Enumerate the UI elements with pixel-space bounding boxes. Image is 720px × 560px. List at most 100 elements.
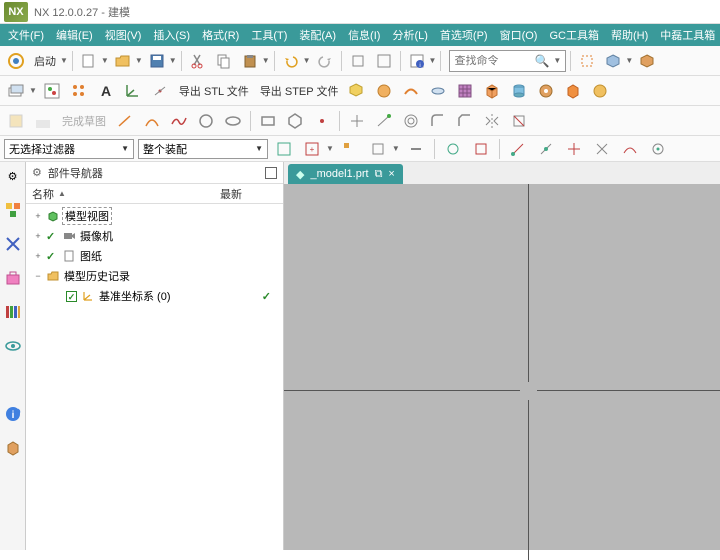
cylinder-icon[interactable] bbox=[507, 79, 531, 103]
box1-icon[interactable] bbox=[346, 49, 370, 73]
shaded-icon[interactable] bbox=[635, 49, 659, 73]
cut-icon[interactable] bbox=[186, 49, 210, 73]
menu-zhonglei[interactable]: 中磊工具箱 bbox=[654, 27, 720, 43]
sphere-icon[interactable] bbox=[372, 79, 396, 103]
menu-analysis[interactable]: 分析(L) bbox=[386, 27, 433, 43]
rect-icon[interactable] bbox=[256, 109, 280, 133]
side-info-icon[interactable]: i bbox=[3, 404, 23, 424]
tree-drawings[interactable]: + ✓ 图纸 bbox=[26, 246, 283, 266]
selection-filter-combo[interactable]: 无选择过滤器▼ bbox=[4, 139, 134, 159]
constraint-icon[interactable] bbox=[507, 109, 531, 133]
point-icon[interactable] bbox=[148, 79, 172, 103]
undo-icon[interactable] bbox=[279, 49, 303, 73]
snap5-icon[interactable] bbox=[618, 137, 642, 161]
circle-icon[interactable] bbox=[194, 109, 218, 133]
sel4-icon[interactable] bbox=[366, 137, 390, 161]
chamfer-icon[interactable] bbox=[453, 109, 477, 133]
start-icon[interactable] bbox=[4, 49, 28, 73]
side-history-icon[interactable] bbox=[3, 268, 23, 288]
side-assembly-icon[interactable] bbox=[3, 200, 23, 220]
start-button[interactable]: 启动 bbox=[30, 53, 60, 69]
menu-edit[interactable]: 编辑(E) bbox=[50, 27, 99, 43]
sketch-icon[interactable] bbox=[4, 109, 28, 133]
extend-icon[interactable] bbox=[372, 109, 396, 133]
arc-icon[interactable] bbox=[140, 109, 164, 133]
tab-close-icon[interactable]: × bbox=[388, 168, 394, 180]
sweep-icon[interactable] bbox=[399, 79, 423, 103]
sel1-icon[interactable] bbox=[272, 137, 296, 161]
sel6-icon[interactable] bbox=[441, 137, 465, 161]
wrap-icon[interactable] bbox=[345, 79, 369, 103]
tab-dup-icon[interactable]: ⧉ bbox=[375, 168, 383, 181]
tree-datum-csys[interactable]: ✓ 基准坐标系 (0) ✓ bbox=[26, 286, 283, 306]
start-dropdown-icon[interactable]: ▼ bbox=[60, 56, 68, 65]
layer-icon[interactable] bbox=[4, 79, 28, 103]
menu-gc[interactable]: GC工具箱 bbox=[543, 27, 605, 43]
tree-model-views[interactable]: + 模型视图 bbox=[26, 206, 283, 226]
copy-icon[interactable] bbox=[212, 49, 236, 73]
fit-icon[interactable] bbox=[575, 49, 599, 73]
snap4-icon[interactable] bbox=[590, 137, 614, 161]
point-red-icon[interactable] bbox=[310, 109, 334, 133]
offset-icon[interactable] bbox=[399, 109, 423, 133]
menu-prefs[interactable]: 首选项(P) bbox=[434, 27, 494, 43]
export-step-button[interactable]: 导出 STEP 文件 bbox=[256, 83, 343, 99]
tree-history[interactable]: − 模型历史记录 bbox=[26, 266, 283, 286]
paste-icon[interactable] bbox=[238, 49, 262, 73]
side-books-icon[interactable] bbox=[3, 302, 23, 322]
menu-insert[interactable]: 插入(S) bbox=[147, 27, 196, 43]
mirror-icon[interactable] bbox=[480, 109, 504, 133]
csys-icon[interactable] bbox=[121, 79, 145, 103]
tree-cameras[interactable]: + ✓ 摄像机 bbox=[26, 226, 283, 246]
side-cube-icon[interactable] bbox=[3, 438, 23, 458]
search-icon[interactable]: 🔍 bbox=[534, 54, 549, 68]
revolve-icon[interactable] bbox=[426, 79, 450, 103]
side-eye-icon[interactable] bbox=[3, 336, 23, 356]
sphere2-icon[interactable] bbox=[588, 79, 612, 103]
sel2-icon[interactable]: + bbox=[300, 137, 324, 161]
menu-tools[interactable]: 工具(T) bbox=[245, 27, 293, 43]
snap2-icon[interactable] bbox=[534, 137, 558, 161]
cube-orange-icon[interactable] bbox=[561, 79, 585, 103]
wave-icon[interactable] bbox=[40, 79, 64, 103]
gear-icon[interactable]: ⚙ bbox=[32, 166, 42, 179]
hexagon-icon[interactable] bbox=[283, 109, 307, 133]
command-search[interactable]: 🔍 ▼ bbox=[449, 50, 566, 72]
render-icon[interactable] bbox=[601, 49, 625, 73]
save-icon[interactable] bbox=[145, 49, 169, 73]
redo-icon[interactable] bbox=[313, 49, 337, 73]
sel3-icon[interactable] bbox=[338, 137, 362, 161]
new-icon[interactable] bbox=[77, 49, 101, 73]
menu-file[interactable]: 文件(F) bbox=[2, 27, 50, 43]
menu-window[interactable]: 窗口(O) bbox=[494, 27, 544, 43]
box-icon[interactable] bbox=[480, 79, 504, 103]
column-name[interactable]: 名称▲ bbox=[26, 186, 216, 202]
menu-view[interactable]: 视图(V) bbox=[99, 27, 148, 43]
column-latest[interactable]: 最新 bbox=[216, 186, 283, 202]
line-icon[interactable] bbox=[113, 109, 137, 133]
mesh-icon[interactable] bbox=[453, 79, 477, 103]
snap6-icon[interactable] bbox=[646, 137, 670, 161]
text-icon[interactable]: A bbox=[94, 79, 118, 103]
menu-format[interactable]: 格式(R) bbox=[196, 27, 245, 43]
model-tab[interactable]: ◆ _model1.prt ⧉ × bbox=[288, 164, 403, 184]
snap3-icon[interactable] bbox=[562, 137, 586, 161]
sel5-icon[interactable] bbox=[404, 137, 428, 161]
info-icon[interactable]: i bbox=[405, 49, 429, 73]
finish-sketch-icon[interactable] bbox=[31, 109, 55, 133]
trim-icon[interactable] bbox=[345, 109, 369, 133]
navigator-collapse-icon[interactable] bbox=[265, 167, 277, 179]
spline-icon[interactable] bbox=[167, 109, 191, 133]
graphics-viewport[interactable] bbox=[284, 184, 720, 550]
side-constraint-icon[interactable] bbox=[3, 234, 23, 254]
sel7-icon[interactable] bbox=[469, 137, 493, 161]
pattern-icon[interactable] bbox=[67, 79, 91, 103]
search-input[interactable] bbox=[454, 55, 534, 67]
menu-assembly[interactable]: 装配(A) bbox=[293, 27, 342, 43]
open-icon[interactable] bbox=[111, 49, 135, 73]
menu-help[interactable]: 帮助(H) bbox=[605, 27, 654, 43]
fillet-icon[interactable] bbox=[426, 109, 450, 133]
box2-icon[interactable] bbox=[372, 49, 396, 73]
scope-combo[interactable]: 整个装配▼ bbox=[138, 139, 268, 159]
side-gear-icon[interactable]: ⚙ bbox=[3, 166, 23, 186]
